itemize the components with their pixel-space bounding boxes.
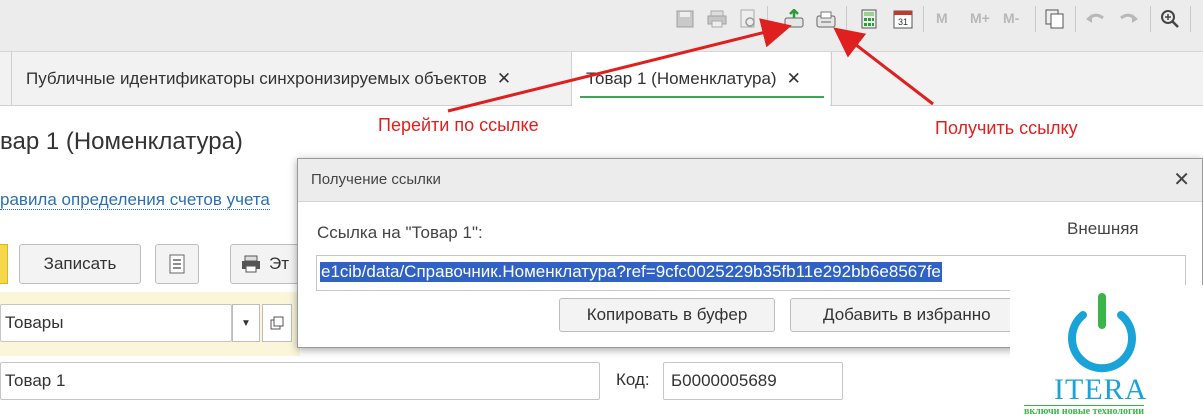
annotation-get-link: Получить ссылку — [935, 118, 1078, 138]
arrow-to-get-link — [833, 27, 934, 106]
logo-slogan: включи новые технологии — [1024, 405, 1145, 417]
annotation-go-to-link: Перейти по ссылке — [378, 115, 539, 135]
itera-logo: ITERA включи новые технологии — [1010, 285, 1203, 420]
logo-name: ITERA — [1054, 373, 1148, 406]
arrow-to-go-to-link — [447, 18, 792, 113]
